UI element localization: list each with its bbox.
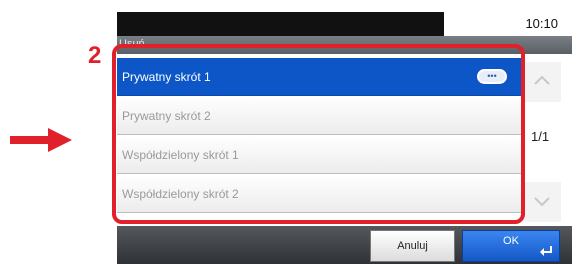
clock: 10:10	[525, 16, 558, 31]
page-title: Usuń	[119, 38, 145, 50]
touch-panel-screen: 10:10 Usuń Prywatny skrót 1 ••• Prywatny…	[117, 12, 572, 264]
step-number: 2	[88, 42, 102, 69]
list-item-label: Prywatny skrót 1	[122, 70, 211, 84]
chevron-up-icon	[534, 75, 550, 85]
ellipsis-icon: •••	[487, 71, 497, 81]
shortcut-list: Prywatny skrót 1 ••• Prywatny skrót 2 Ws…	[117, 58, 523, 214]
list-item-wspoldzielony-skrot-2[interactable]: Współdzielony skrót 2	[117, 175, 523, 213]
chevron-down-icon	[534, 197, 550, 207]
page-indicator: 1/1	[531, 129, 550, 144]
cancel-button[interactable]: Anuluj	[370, 230, 455, 262]
list-item-wspoldzielony-skrot-1[interactable]: Współdzielony skrót 1	[117, 136, 523, 174]
list-item-label: Współdzielony skrót 2	[122, 187, 239, 201]
right-arrow-icon	[10, 128, 72, 152]
status-bar	[117, 12, 444, 36]
list-item-prywatny-skrot-1[interactable]: Prywatny skrót 1 •••	[117, 58, 523, 96]
scroll-down-button[interactable]	[523, 182, 561, 222]
bottom-bar: Anuluj OK	[117, 226, 572, 264]
title-bar: Usuń	[117, 36, 572, 54]
ok-button-label: OK	[503, 235, 519, 247]
details-button[interactable]: •••	[477, 69, 507, 84]
enter-icon	[540, 246, 552, 256]
list-item-prywatny-skrot-2[interactable]: Prywatny skrót 2	[117, 97, 523, 135]
list-item-label: Prywatny skrót 2	[122, 109, 211, 123]
list-item-label: Współdzielony skrót 1	[122, 148, 239, 162]
scroll-up-button[interactable]	[523, 62, 561, 102]
ok-button[interactable]: OK	[462, 230, 560, 262]
